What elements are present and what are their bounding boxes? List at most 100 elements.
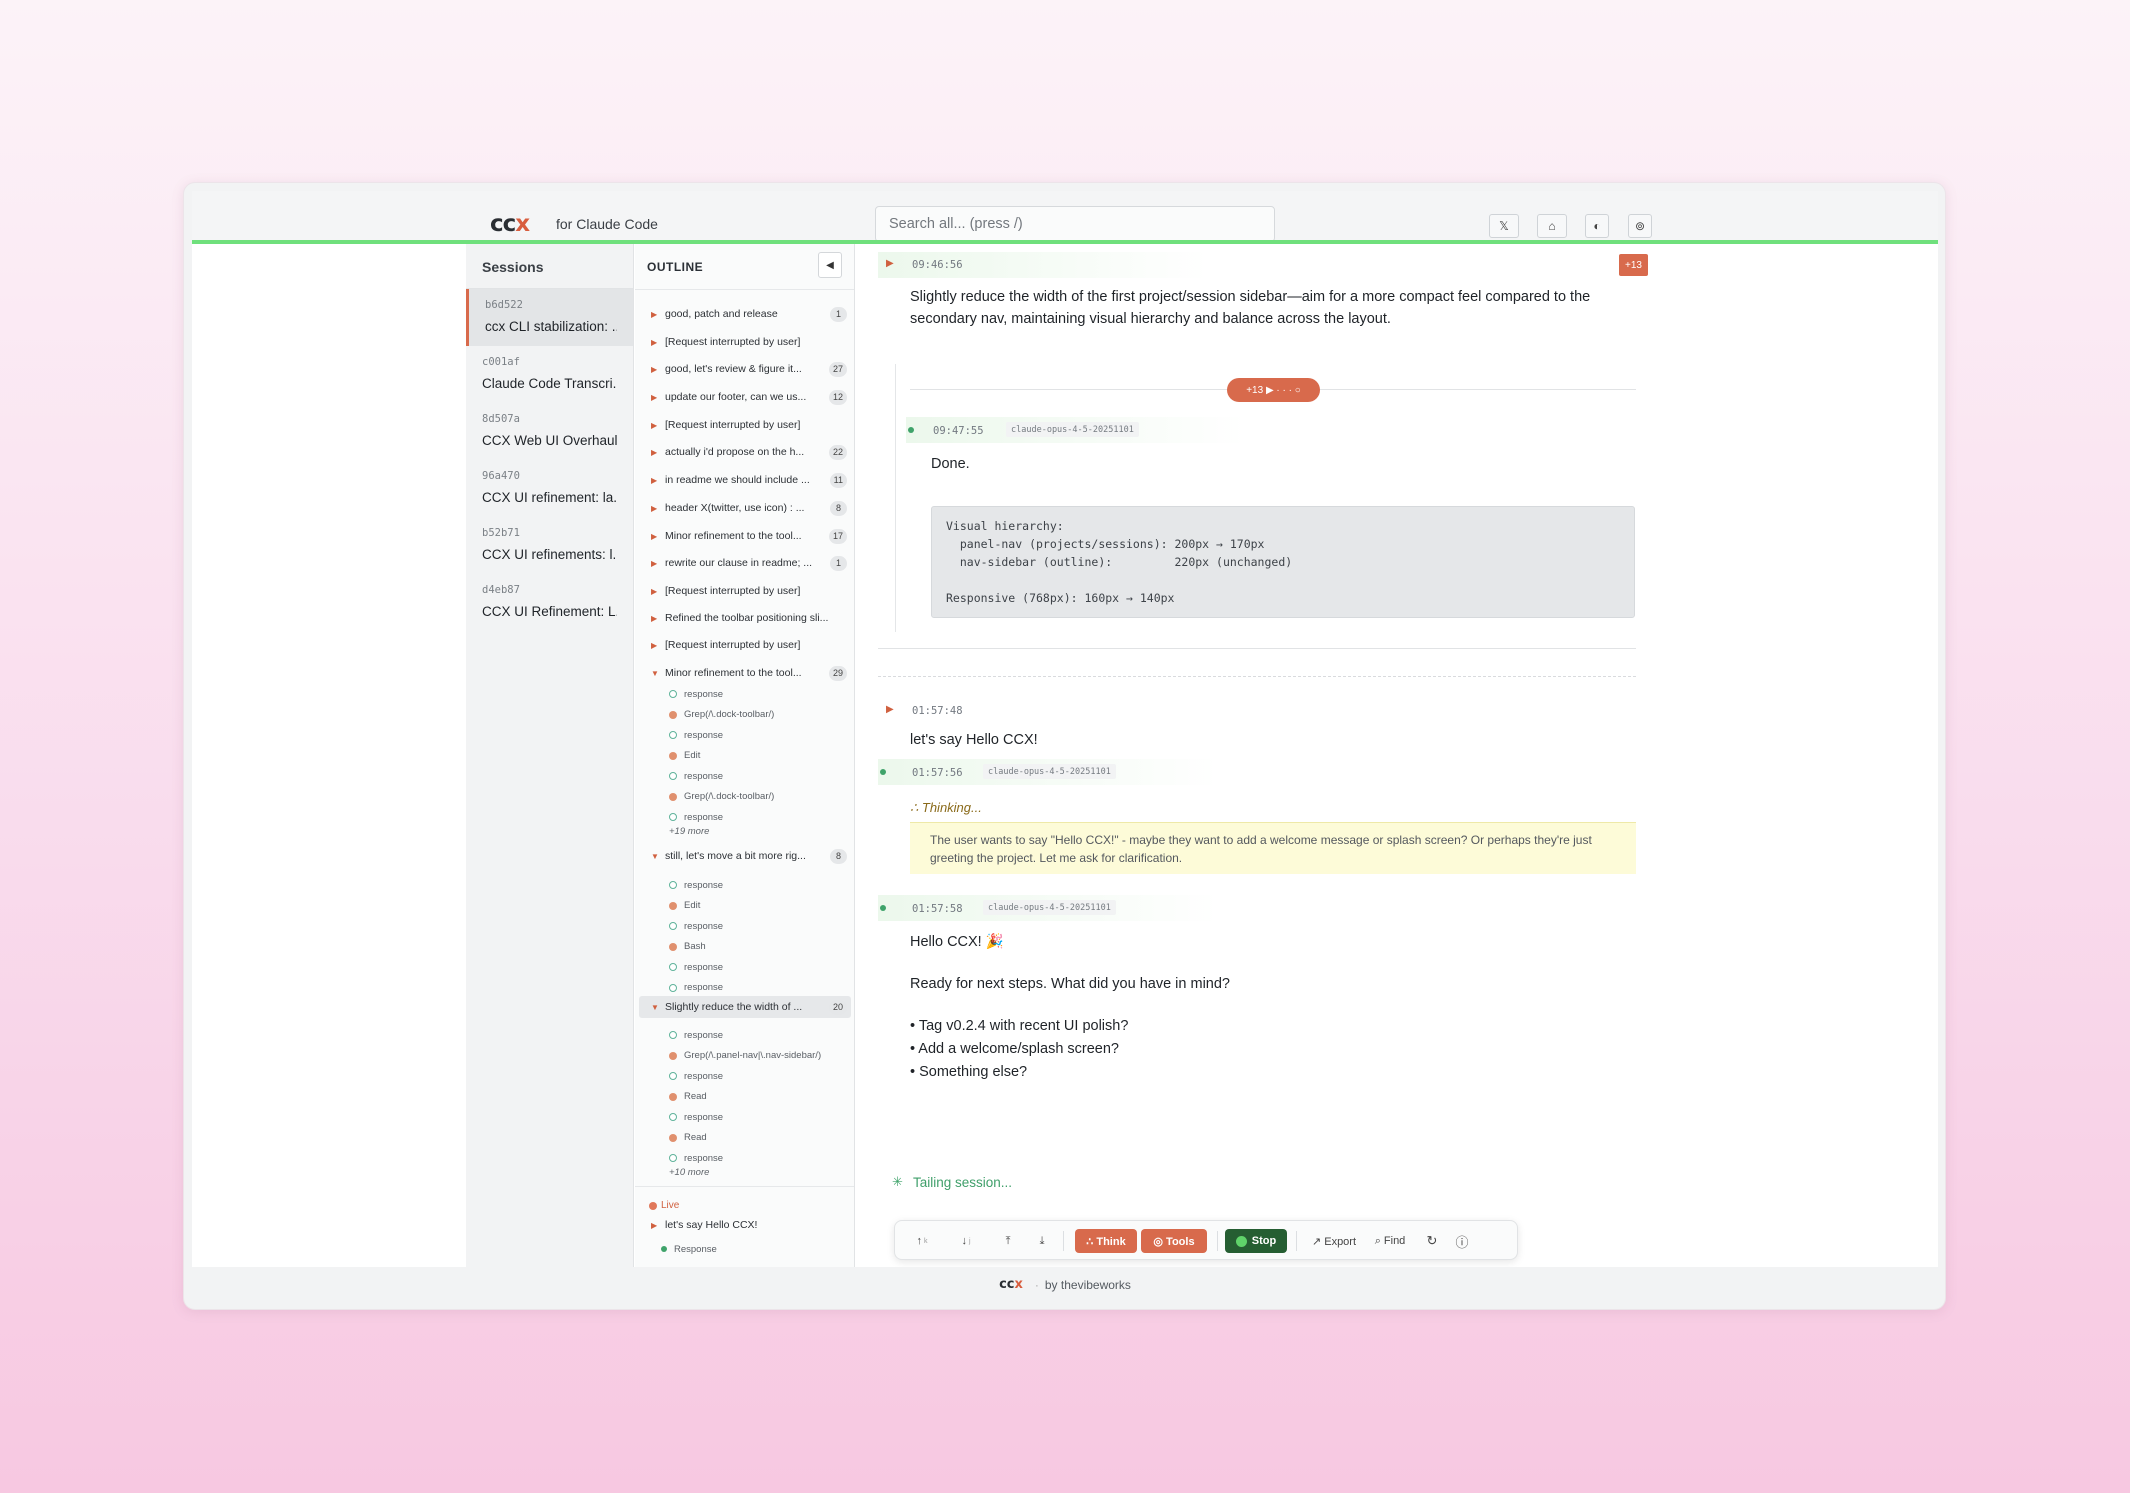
play-icon[interactable]: ▶ — [886, 704, 894, 715]
thinking-label[interactable]: ∴ Thinking... — [910, 800, 982, 816]
outline-item[interactable]: ▼ Slightly reduce the width of ... 20 — [639, 996, 851, 1018]
next-message-button[interactable]: ↓ j — [953, 1229, 979, 1253]
outline-item[interactable]: ▶ good, let's review & figure it... 27 — [639, 358, 851, 380]
tool-dot-icon — [669, 1051, 677, 1060]
outline-subitem[interactable]: Edit — [669, 898, 700, 914]
prev-message-button[interactable]: ↑ k — [909, 1229, 935, 1253]
outline-item[interactable]: ▶ actually i'd propose on the h... 22 — [639, 441, 851, 463]
show-more-link[interactable]: +19 more — [669, 826, 709, 837]
outline-subitem[interactable]: response — [669, 809, 723, 825]
response-dot-icon — [669, 881, 677, 889]
collapse-sidebar-button[interactable]: ◀ — [818, 252, 842, 278]
session-item[interactable]: d4eb87 CCX UI Refinement: L... — [466, 574, 633, 631]
theme-toggle-button[interactable]: ◐ — [1585, 214, 1609, 238]
outline-subitem[interactable]: Grep(/\.dock-toolbar/) — [669, 707, 774, 723]
outline-subitem[interactable]: response — [669, 1109, 723, 1125]
outline-subitem[interactable]: response — [669, 1027, 723, 1043]
export-button[interactable]: ↗ Export — [1305, 1229, 1363, 1253]
live-dot-icon — [1235, 1235, 1247, 1247]
stop-tailing-button[interactable]: Stop — [1225, 1229, 1287, 1253]
outline-item[interactable]: ▶ header X(twitter, use icon) : ... 8 — [639, 497, 851, 519]
outline-subitem[interactable]: response — [669, 918, 723, 934]
session-item[interactable]: b6d522 ccx CLI stabilization: ... — [466, 289, 633, 346]
outline-subitem[interactable]: response — [669, 1068, 723, 1084]
outline-subitem[interactable]: Edit — [669, 748, 700, 764]
session-item[interactable]: c001af Claude Code Transcri... — [466, 346, 633, 403]
triangle-left-icon: ◀ — [826, 259, 834, 271]
outline-subitem[interactable]: Bash — [669, 939, 706, 955]
contrast-icon: ◐ — [1593, 219, 1601, 233]
tools-toggle-button[interactable]: ◎ Tools — [1141, 1229, 1207, 1253]
outline-item[interactable]: ▶ Refined the toolbar positioning sli... — [639, 607, 851, 629]
triangle-right-icon: ▶ — [651, 420, 658, 430]
footer-logo[interactable]: ccx — [999, 1277, 1023, 1292]
show-more-link[interactable]: +10 more — [669, 1167, 709, 1178]
x-twitter-button[interactable]: 𝕏 — [1489, 214, 1519, 238]
outline-subitem[interactable]: response — [669, 959, 723, 975]
play-icon[interactable]: ▶ — [886, 258, 894, 269]
assistant-message-line: Ready for next steps. What did you have … — [910, 976, 1230, 992]
stop-label: Stop — [1251, 1235, 1277, 1247]
app-logo[interactable]: ccx — [490, 211, 530, 237]
outline-subitem-label: response — [684, 920, 724, 932]
sessions-title: Sessions — [466, 244, 633, 289]
jump-bottom-button[interactable]: ⤓ — [1031, 1229, 1053, 1253]
find-button[interactable]: ⌕ Find — [1367, 1229, 1413, 1253]
outline-item[interactable]: ▶ good, patch and release 1 — [639, 303, 851, 325]
outline-subitem[interactable]: Response — [661, 1241, 717, 1257]
assistant-dot-icon — [880, 769, 886, 775]
outline-subitem[interactable]: Read — [669, 1089, 707, 1105]
session-item[interactable]: 96a470 CCX UI refinement: la... — [466, 460, 633, 517]
github-button[interactable]: ⌂ — [1537, 214, 1567, 238]
think-toggle-button[interactable]: ∴ Think — [1075, 1229, 1137, 1253]
outline-subitem-label: Read — [684, 1091, 707, 1102]
session-id: 96a470 — [482, 470, 520, 482]
settings-button[interactable]: ⊚ — [1628, 214, 1652, 238]
outline-subitem[interactable]: response — [669, 877, 723, 893]
jump-top-button[interactable]: ⤒ — [997, 1229, 1019, 1253]
assistant-dot-icon — [908, 427, 914, 433]
session-item[interactable]: b52b71 CCX UI refinements: l... — [466, 517, 633, 574]
search-input[interactable]: Search all... (press /) — [875, 206, 1275, 242]
tool-count-badge[interactable]: +13 — [1619, 254, 1648, 276]
outline-subitem[interactable]: Read — [669, 1130, 707, 1146]
response-dot-icon — [669, 772, 677, 780]
outline-item[interactable]: ▼ Minor refinement to the tool... 29 — [639, 662, 851, 684]
conversation-panel: ▶ 09:46:56 +13 Slightly reduce the width… — [856, 244, 1938, 1267]
response-dot-icon — [669, 813, 677, 821]
outline-item[interactable]: ▶ rewrite our clause in readme; ... 1 — [639, 552, 851, 574]
outline-item-label: Slightly reduce the width of ... — [665, 1001, 803, 1013]
footer: ccx · by thevibeworks — [192, 1267, 1938, 1302]
outline-item[interactable]: ▶ [Request interrupted by user] — [639, 414, 851, 436]
outline-subitem[interactable]: response — [669, 686, 723, 702]
session-item[interactable]: 8d507a CCX Web UI Overhaul... — [466, 403, 633, 460]
session-title: CCX UI Refinement: L... — [482, 604, 617, 619]
outline-subitem[interactable]: response — [669, 727, 723, 743]
list-item: • Add a welcome/splash screen? — [910, 1041, 1119, 1057]
outline-subitem[interactable]: response — [669, 980, 723, 996]
content-area: Sessions b6d522 ccx CLI stabilization: ..… — [192, 244, 1938, 1267]
outline-item[interactable]: ▶ update our footer, can we us... 12 — [639, 386, 851, 408]
outline-item[interactable]: ▶ Minor refinement to the tool... 17 — [639, 525, 851, 547]
outline-item[interactable]: ▼ still, let's move a bit more rig... 8 — [639, 845, 851, 867]
outline-subitem[interactable]: Grep(/\.dock-toolbar/) — [669, 789, 774, 805]
outline-item[interactable]: ▶ in readme we should include ... 11 — [639, 469, 851, 491]
outline-item-label: header X(twitter, use icon) : ... — [665, 502, 805, 514]
refresh-button[interactable]: ↻ — [1421, 1229, 1443, 1253]
tool-dot-icon — [669, 1092, 677, 1101]
info-button[interactable]: ⓘ — [1451, 1229, 1473, 1253]
list-item: • Something else? — [910, 1064, 1028, 1080]
outline-item-label: [Request interrupted by user] — [665, 639, 801, 651]
outline-subitem[interactable]: Grep(/\.panel-nav|\.nav-sidebar/) — [669, 1048, 821, 1064]
outline-subitem[interactable]: response — [669, 1150, 723, 1166]
outline-item[interactable]: ▶ [Request interrupted by user] — [639, 580, 851, 602]
outline-item[interactable]: ▶ [Request interrupted by user] — [639, 331, 851, 353]
tool-dot-icon — [669, 1133, 677, 1142]
outline-item[interactable]: ▶ [Request interrupted by user] — [639, 634, 851, 656]
outline-item[interactable]: ▶ let's say Hello CCX! — [639, 1214, 851, 1236]
footer-credit[interactable]: by thevibeworks — [1045, 1278, 1131, 1292]
outline-item-count: 8 — [830, 500, 847, 516]
collapsed-tools-pill[interactable]: +13 ▶ · · · ○ — [1227, 378, 1320, 402]
outline-subitem[interactable]: response — [669, 768, 723, 784]
outline-item-label: good, patch and release — [665, 308, 778, 320]
